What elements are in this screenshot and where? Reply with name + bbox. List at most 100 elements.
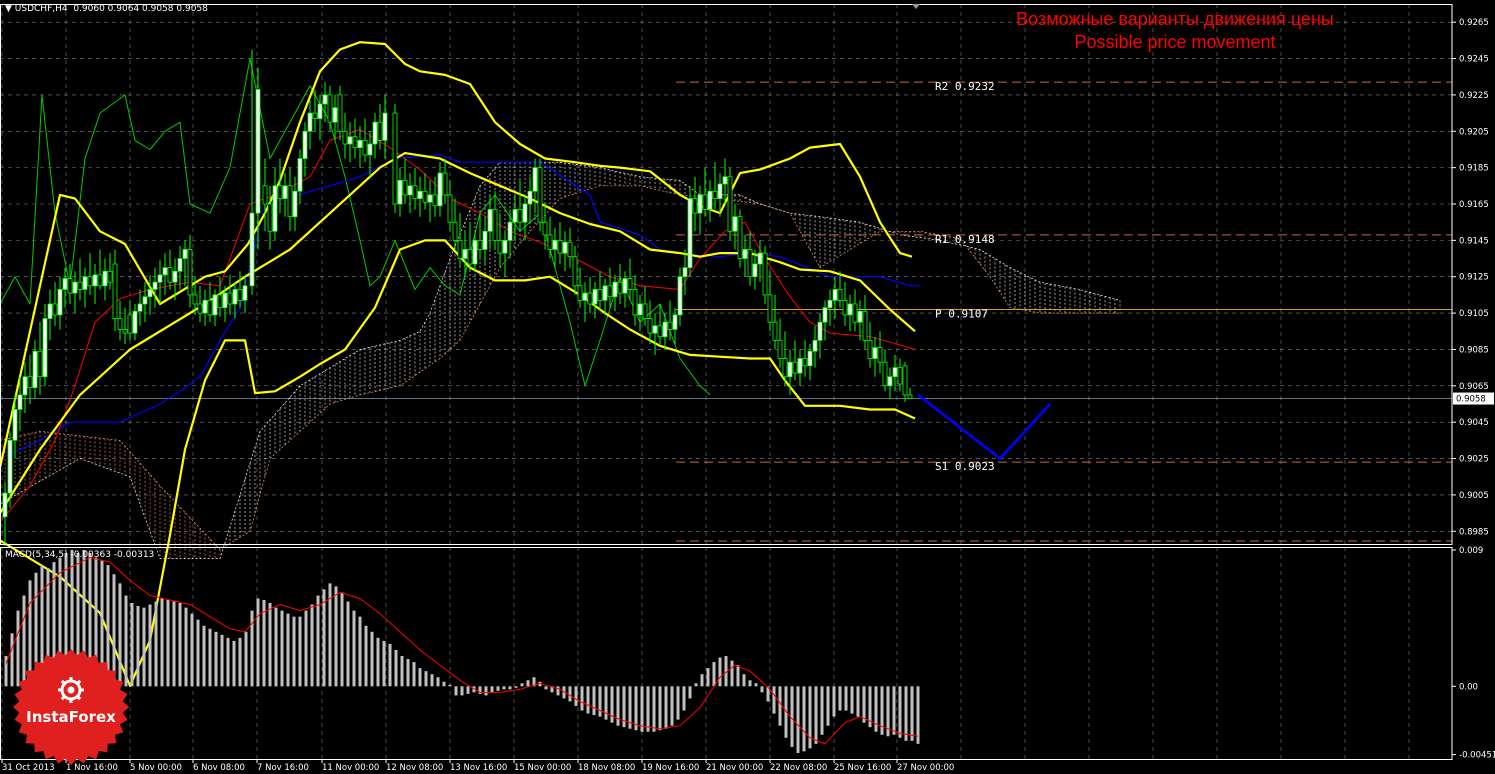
candle-body <box>672 314 678 330</box>
candle-body <box>677 276 683 316</box>
pivot-label-P: P 0.9107 <box>935 307 988 320</box>
candle-body <box>692 198 698 214</box>
candle-body <box>162 267 168 276</box>
forecast-path <box>917 393 1051 461</box>
candle <box>212 289 218 326</box>
candle <box>62 267 68 308</box>
candle-body <box>807 350 813 367</box>
candle <box>92 264 98 304</box>
candle-body <box>767 294 773 323</box>
candle <box>872 336 878 377</box>
candle-body <box>62 278 68 290</box>
y-tick-label: 0.9125 <box>1459 273 1489 283</box>
x-tick-label: 5 Nov 00:00 <box>130 763 182 773</box>
candle-body <box>562 241 568 254</box>
candle <box>492 191 498 250</box>
candle <box>562 231 568 272</box>
candle-body <box>617 281 623 294</box>
candle-body <box>502 239 508 254</box>
candle-body <box>487 209 493 232</box>
candle-body <box>832 289 838 301</box>
candle-body <box>142 296 148 305</box>
pivot-label-R1: R1 0.9148 <box>935 233 995 246</box>
chart-menu-icon[interactable]: ▼ <box>5 4 15 14</box>
candle-body <box>592 289 598 305</box>
candle-body <box>602 285 608 301</box>
candle <box>142 282 148 323</box>
candle-body <box>177 258 183 272</box>
candle-body <box>127 314 133 334</box>
candle <box>182 240 188 286</box>
forecast-caption: Возможные варианты движения цены Possibl… <box>960 8 1390 54</box>
candle-body <box>107 270 113 283</box>
macd-label: MACD(5,34,5) -0.00363 -0.00313 <box>5 550 155 560</box>
candle <box>227 274 233 315</box>
candle <box>747 231 753 286</box>
x-tick-label: 7 Nov 16:00 <box>257 763 309 773</box>
candle <box>777 318 783 368</box>
candle-body <box>587 292 593 305</box>
candle-body <box>47 303 53 319</box>
candle-body <box>122 329 128 334</box>
candle <box>312 89 318 132</box>
instaforex-logo: InstaForex <box>12 648 130 766</box>
candle-body <box>317 103 323 119</box>
candle-body <box>357 139 363 149</box>
candle <box>392 104 398 214</box>
candle <box>612 274 618 312</box>
candle-body <box>872 347 878 359</box>
candle <box>742 234 748 277</box>
candle <box>137 289 143 326</box>
candle-body <box>37 350 43 378</box>
candle <box>447 180 453 232</box>
candle-body <box>227 292 233 305</box>
candle <box>632 274 638 326</box>
candle-body <box>447 194 453 223</box>
candle <box>727 167 733 241</box>
candle <box>532 158 538 214</box>
candle-body <box>347 136 353 145</box>
indicator-lines <box>0 41 920 687</box>
candle-body <box>382 112 388 141</box>
candle-body <box>472 239 478 265</box>
candle-body <box>367 143 373 156</box>
candle <box>437 162 443 217</box>
y-tick-label: 0.9045 <box>1459 418 1489 428</box>
candle-body <box>392 112 398 205</box>
candle-body <box>42 318 48 378</box>
candle <box>87 253 93 295</box>
bollinger-upper-line <box>0 41 913 468</box>
candle <box>282 173 288 217</box>
candle <box>582 282 588 323</box>
candle-body <box>187 249 193 296</box>
candle-body <box>527 190 533 205</box>
candle-body <box>887 376 893 387</box>
candle-body <box>882 361 888 387</box>
candle <box>577 267 583 308</box>
candle-body <box>547 234 553 250</box>
candle <box>707 180 713 223</box>
candle-body <box>567 241 573 258</box>
x-tick-label: 15 Nov 00:00 <box>514 763 571 773</box>
candle-body <box>362 139 368 156</box>
scroll-marker-icon <box>912 4 920 9</box>
candle-body <box>752 263 758 278</box>
candle-body <box>192 294 198 305</box>
candle <box>47 289 53 341</box>
candle-body <box>627 278 633 290</box>
candle-body <box>327 94 333 123</box>
logo-emblem-tooth <box>60 679 66 685</box>
candle <box>507 209 513 259</box>
candle-body <box>97 274 103 287</box>
candle-body <box>412 185 418 199</box>
candle-body <box>17 394 23 410</box>
candle-body <box>792 361 798 374</box>
candle-body <box>12 409 18 441</box>
candle-body <box>457 239 463 259</box>
candle <box>427 180 433 223</box>
x-tick-label: 19 Nov 16:00 <box>642 763 699 773</box>
candle <box>117 300 123 341</box>
x-tick-label: 6 Nov 08:00 <box>193 763 245 773</box>
candle-body <box>172 270 178 283</box>
candle-body <box>157 274 163 283</box>
